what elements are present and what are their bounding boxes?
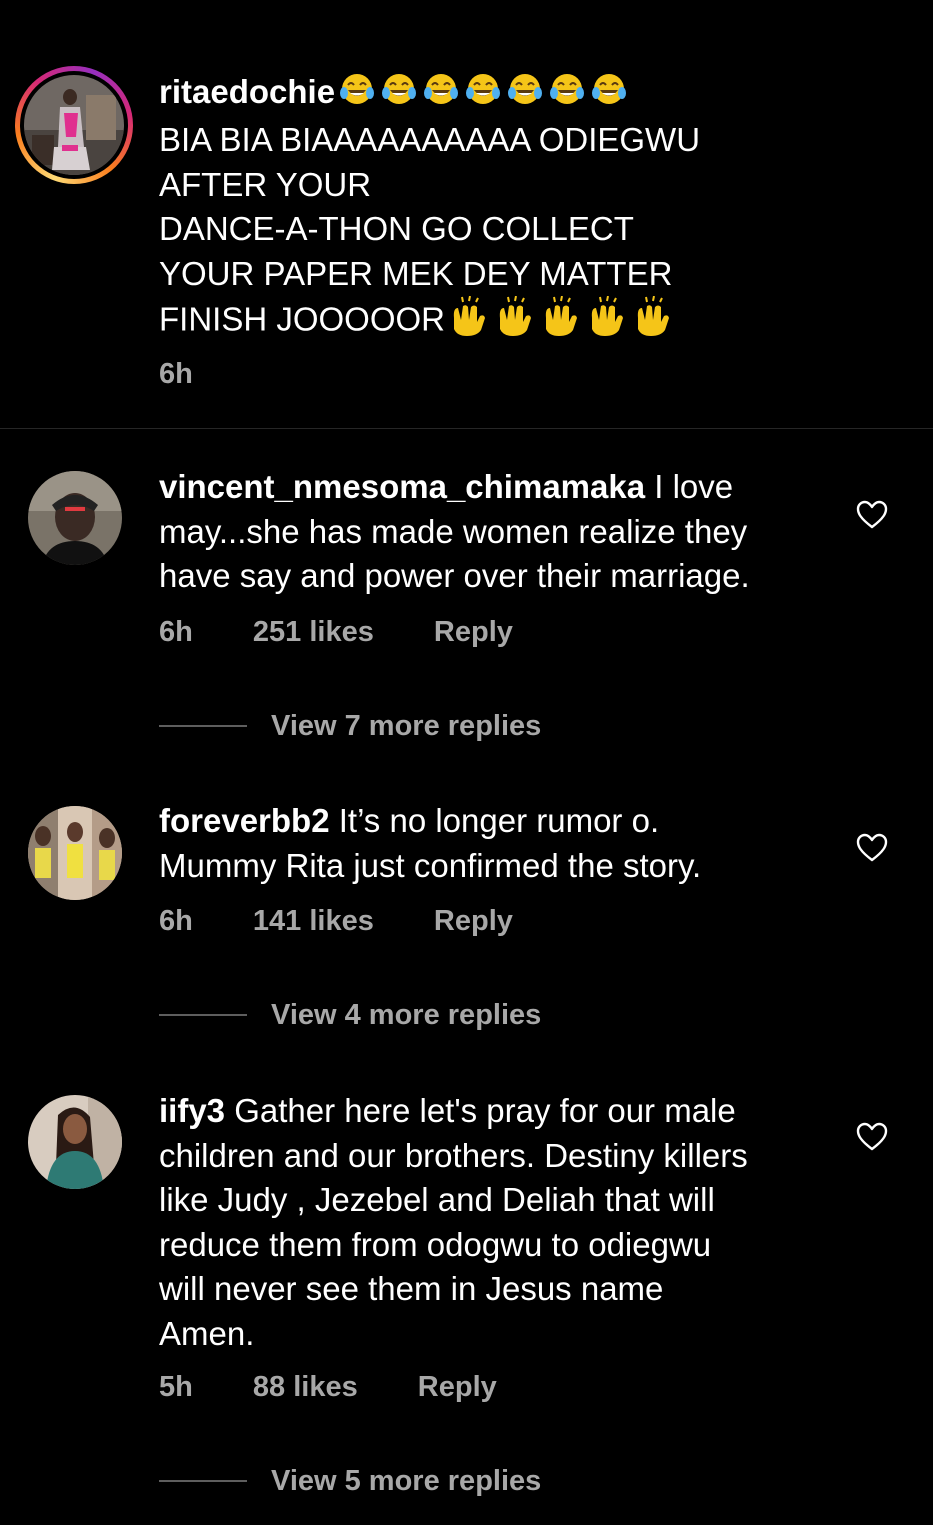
laugh-emoji-group [339,71,639,119]
view-replies-button[interactable]: View 7 more replies [159,706,541,746]
raised-hands-icon [453,295,671,338]
caption-text: ritaedochie BIA BIA BIAAAAAAAAAA ODIEGWU… [159,70,859,348]
view-replies-button[interactable]: View 5 more replies [159,1461,541,1501]
heart-outline-icon[interactable] [856,833,888,863]
comment-line: children and our brothers. Destiny kille… [159,1136,748,1174]
view-replies-label: View 7 more replies [271,709,542,742]
avatar[interactable] [28,806,122,900]
comment-text: vincent_nmesoma_chimamaka I love may...s… [159,465,839,599]
comment-line: Amen. [159,1314,255,1352]
caption-divider [0,428,933,429]
caption-line: FINISH JOOOOOR [159,300,446,338]
heart-outline-icon[interactable] [856,1122,888,1152]
comment-username[interactable]: vincent_nmesoma_chimamaka [159,468,645,505]
caption-meta: 6h [159,358,193,391]
comment-likes[interactable]: 141 likes [253,905,374,938]
avatar[interactable] [28,471,122,565]
view-replies-button[interactable]: View 4 more replies [159,995,541,1035]
replies-line [159,1014,247,1016]
comment-likes[interactable]: 251 likes [253,616,374,649]
raised-hands-emoji-group [449,295,681,348]
comment-likes[interactable]: 88 likes [253,1371,358,1404]
replies-line [159,1480,247,1482]
comment-timestamp: 5h [159,1371,193,1403]
view-replies-label: View 5 more replies [271,1464,542,1497]
comment-line: like Judy , Jezebel and Deliah that will [159,1181,715,1218]
comment-line: Mummy Rita just confirmed the story. [159,846,702,884]
comment-line: have say and power over their marriage. [159,557,750,594]
caption-username[interactable]: ritaedochie [159,73,335,110]
replies-line [159,725,247,727]
face-with-tears-of-joy-icon [340,72,628,105]
comment-username[interactable]: foreverbb2 [159,802,330,839]
comment-meta: 5h 88 likes Reply [159,1371,497,1404]
comment-line: reduce them from odogwu to odiegwu [159,1225,712,1263]
comment-line: Gather here let's pray for our male [234,1092,736,1129]
comment-meta: 6h 251 likes Reply [159,616,513,649]
caption-timestamp: 6h [159,358,193,390]
comment-meta: 6h 141 likes Reply [159,905,513,938]
avatar [24,75,124,175]
caption-line: DANCE-A-THON GO COLLECT [159,210,634,248]
comment-line: I love [654,468,734,505]
story-ring-avatar[interactable] [15,66,133,184]
comment-text: iify3 Gather here let's pray for our mal… [159,1089,839,1356]
post-caption: ritaedochie BIA BIA BIAAAAAAAAAA ODIEGWU… [0,0,933,428]
reply-button[interactable]: Reply [418,1371,497,1404]
comment-line: It’s no longer rumor o. [338,802,660,839]
caption-line: YOUR PAPER MEK DEY MATTER [159,254,673,292]
comment-username[interactable]: iify3 [159,1092,225,1129]
caption-line: BIA BIA BIAAAAAAAAAA ODIEGWU [159,121,701,159]
comment-timestamp: 6h [159,616,193,648]
view-replies-label: View 4 more replies [271,998,542,1031]
avatar[interactable] [28,1095,122,1189]
comment-line: will never see them in Jesus name [159,1270,664,1307]
comment-line: may...she has made women realize they [159,512,748,550]
reply-button[interactable]: Reply [434,905,513,938]
reply-button[interactable]: Reply [434,616,513,649]
caption-line: AFTER YOUR [159,165,372,203]
heart-outline-icon[interactable] [856,500,888,530]
comment-text: foreverbb2 It’s no longer rumor o. Mummy… [159,799,839,888]
comment-timestamp: 6h [159,905,193,937]
